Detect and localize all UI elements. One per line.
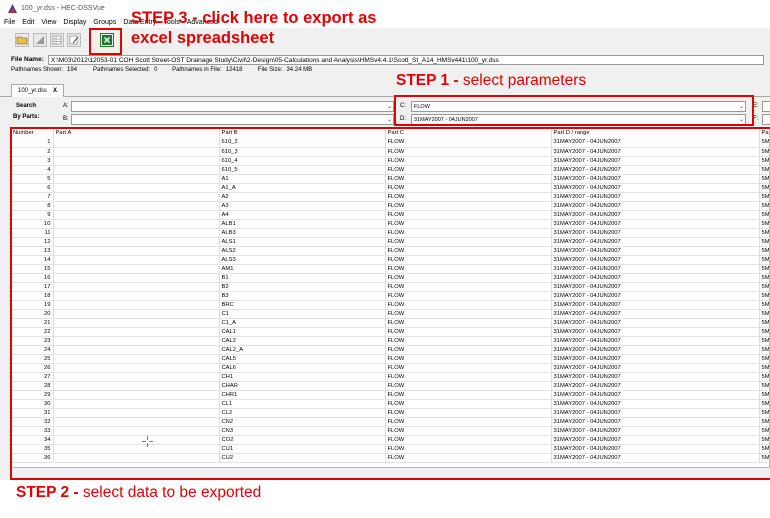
file-path-field[interactable]: X:\M03\2012\12053-01 COH Scott Street-OS… [47,54,764,65]
step2-annotation: STEP 2 - select data to be exported [16,484,261,502]
file-name-label: File Name: [11,56,44,63]
mouse-cursor-icon [142,434,153,447]
window-title: 100_yr.dss - HEC-DSSVue [21,4,105,12]
menu-edit[interactable]: Edit [22,19,34,26]
menu-groups[interactable]: Groups [93,19,116,26]
file-size-label: File Size: [257,67,283,73]
menu-file[interactable]: File [4,19,15,26]
step2-annotation-text: select data to be exported [78,484,262,501]
plot-button[interactable] [33,33,47,47]
plot-icon [36,36,44,44]
by-parts-label: By Parts: [13,114,40,120]
pathnames-selected-value: 0 [154,67,158,73]
chevron-down-icon: ⌄ [386,104,392,110]
tab-100-yr-dss[interactable]: 100_yr.dss X [11,84,65,97]
hec-dssvue-window: 100_yr.dss - HEC-DSSVue File Edit View D… [0,0,770,518]
edit-button[interactable] [67,33,81,47]
step3-highlight-box [89,28,122,55]
part-f-combo[interactable] [762,114,770,125]
step3-annotation-line1: STEP 3 - click here to export as [131,9,377,27]
chevron-down-icon: ⌄ [386,117,392,123]
tabulate-button[interactable] [50,33,64,47]
open-file-button[interactable] [15,33,29,47]
edit-icon [69,35,79,45]
pathname-stats: Pathnames Shown: 194 Pathnames Selected:… [11,67,312,73]
step2-highlight-box [10,127,770,480]
part-b-combo[interactable]: ⌄ [71,114,394,125]
menu-view[interactable]: View [41,19,56,26]
step2-annotation-bold: STEP 2 - [16,484,79,501]
app-logo-icon [8,3,17,13]
table-icon [52,35,62,45]
pathnames-in-file-label: Pathnames in File: [172,67,222,73]
pathnames-shown-value: 194 [67,67,78,73]
title-bar: 100_yr.dss - HEC-DSSVue [0,0,770,16]
pathnames-shown-label: Pathnames Shown: [11,67,64,73]
pathnames-selected-label: Pathnames Selected: [93,67,151,73]
part-a-combo[interactable]: ⌄ [71,101,394,112]
folder-icon [16,36,28,45]
part-e-combo[interactable] [762,101,770,112]
menu-bar: File Edit View Display Groups Data Entry… [0,16,770,28]
part-a-label: A: [63,103,69,109]
pathnames-in-file-value: 12418 [225,67,243,73]
tab-label: 100_yr.dss [18,88,48,94]
step1-highlight-box [394,95,754,126]
step3-annotation-line2: excel spreadsheet [131,29,275,47]
close-tab-icon[interactable]: X [53,88,57,94]
menu-display[interactable]: Display [63,19,86,26]
part-b-label: B: [63,116,69,122]
file-size-value: 34.24 MB [286,67,313,73]
search-label: Search [16,103,37,109]
file-name-row: File Name: X:\M03\2012\12053-01 COH Scot… [0,54,764,65]
